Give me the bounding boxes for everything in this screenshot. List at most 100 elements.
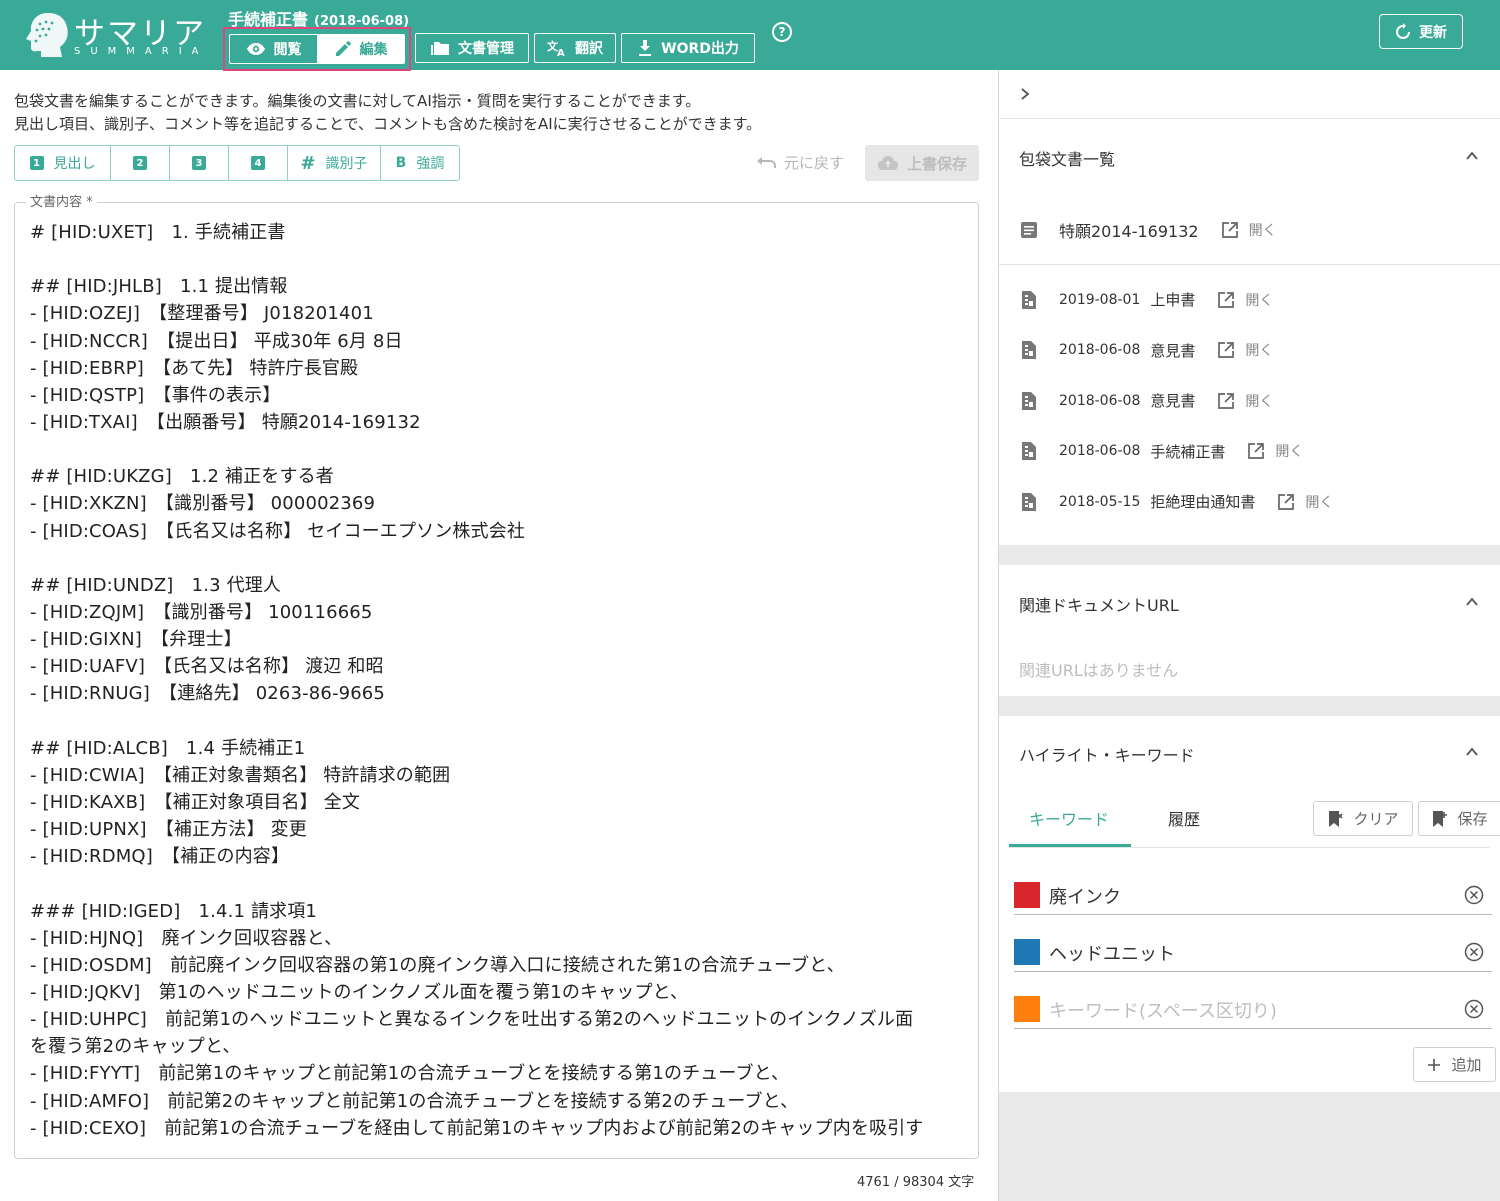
clear-circle-icon[interactable] xyxy=(1464,999,1484,1019)
tab-history[interactable]: 履歴 xyxy=(1168,806,1200,830)
open-link[interactable]: 開く xyxy=(1217,290,1273,310)
editor-line[interactable]: - [HID:HJNQ] 廃インク回収容器と、 xyxy=(30,925,965,952)
editor-content[interactable]: # [HID:UXET] 1. 手続補正書 ## [HID:JHLB] 1.1 提… xyxy=(30,219,965,1142)
editor-line[interactable]: ## [HID:UNDZ] 1.3 代理人 xyxy=(30,572,965,599)
keyword-row[interactable]: ヘッドユニット xyxy=(1014,932,1492,972)
document-list-item[interactable]: 2018-06-08 手続補正書 開く xyxy=(1019,441,1303,462)
chevron-up-icon[interactable] xyxy=(1466,746,1478,758)
heading-3-button[interactable]: 3 xyxy=(170,146,229,180)
editor-line[interactable] xyxy=(30,545,965,572)
editor-line[interactable]: - [HID:XKZN] 【識別番号】 000002369 xyxy=(30,490,965,517)
editor-line[interactable]: - [HID:UHPC] 前記第1のヘッドユニットと異なるインクを吐出する第2の… xyxy=(30,1006,965,1033)
open-link[interactable]: 開く xyxy=(1217,340,1273,360)
save-keywords-button[interactable]: 保存 xyxy=(1418,801,1500,836)
word-export-button[interactable]: WORD出力 xyxy=(621,33,755,63)
update-button[interactable]: 更新 xyxy=(1379,14,1463,49)
undo-button[interactable]: 元に戻す xyxy=(756,152,844,173)
editor-line[interactable]: - [HID:NCCR] 【提出日】 平成30年 6月 8日 xyxy=(30,328,965,355)
open-in-new-icon xyxy=(1248,443,1265,459)
editor-line[interactable]: - [HID:FYYT] 前記第1のキャップと前記第1の合流チューブとを接続する… xyxy=(30,1060,965,1087)
editor-line[interactable]: - [HID:KAXB] 【補正対象項目名】 全文 xyxy=(30,789,965,816)
open-link[interactable]: 開く xyxy=(1277,492,1333,512)
editor-line[interactable]: - [HID:CWIA] 【補正対象書類名】 特許請求の範囲 xyxy=(30,762,965,789)
document-date: 2018-06-08 xyxy=(1059,392,1141,409)
open-in-new-icon xyxy=(1218,342,1235,358)
heading-1-button[interactable]: 1 見出し xyxy=(15,146,111,180)
chevron-up-icon[interactable] xyxy=(1466,150,1478,162)
editor-line[interactable]: - [HID:RDMQ] 【補正の内容】 xyxy=(30,843,965,870)
editor-line[interactable]: ## [HID:JHLB] 1.1 提出情報 xyxy=(30,273,965,300)
editor-line[interactable]: # [HID:UXET] 1. 手続補正書 xyxy=(30,219,965,246)
identifier-button[interactable]: # 識別子 xyxy=(288,146,381,180)
add-keyword-button[interactable]: 追加 xyxy=(1413,1047,1496,1082)
open-link[interactable]: 開く xyxy=(1217,391,1273,411)
clear-circle-icon[interactable] xyxy=(1464,885,1484,905)
document-file-icon xyxy=(1022,391,1036,410)
keyword-color-swatch[interactable] xyxy=(1014,882,1040,908)
editor-line[interactable]: を覆う第2のキャップと、 xyxy=(30,1033,965,1060)
no-url-message: 関連URLはありません xyxy=(1019,661,1179,680)
clear-keywords-button[interactable]: クリア xyxy=(1313,801,1413,836)
editor-line[interactable]: ### [HID:IGED] 1.4.1 請求項1 xyxy=(30,898,965,925)
editor-line[interactable]: - [HID:COAS] 【氏名又は名称】 セイコーエプソン株式会社 xyxy=(30,518,965,545)
bold-button[interactable]: B 強調 xyxy=(381,146,459,180)
editor-line[interactable] xyxy=(30,870,965,897)
document-list-item[interactable]: 2018-06-08 意見書 開く xyxy=(1019,340,1273,361)
view-mode-button[interactable]: 閲覧 xyxy=(230,35,317,63)
keyword-color-swatch[interactable] xyxy=(1014,996,1040,1022)
edit-mode-label: 編集 xyxy=(359,42,388,58)
clear-circle-icon[interactable] xyxy=(1464,942,1484,962)
overwrite-save-button[interactable]: 上書保存 xyxy=(865,145,979,181)
editor-line[interactable]: - [HID:UAFV] 【氏名又は名称】 渡辺 和昭 xyxy=(30,653,965,680)
chevron-right-icon[interactable] xyxy=(1019,88,1031,100)
keyword-color-swatch[interactable] xyxy=(1014,939,1040,965)
add-label: 追加 xyxy=(1451,1056,1482,1074)
editor-line[interactable]: - [HID:ZQJM] 【識別番号】 100116665 xyxy=(30,599,965,626)
heading-4-button[interactable]: 4 xyxy=(229,146,288,180)
open-label: 開く xyxy=(1245,393,1274,410)
view-mode-label: 閲覧 xyxy=(273,42,302,58)
editor-line[interactable]: ## [HID:ALCB] 1.4 手続補正1 xyxy=(30,735,965,762)
panel-collapse-bar[interactable] xyxy=(999,70,1500,118)
help-icon[interactable]: ? xyxy=(772,22,792,42)
open-in-new-icon xyxy=(1218,392,1235,409)
tab-keyword[interactable]: キーワード xyxy=(1029,806,1109,830)
editor-line[interactable] xyxy=(30,246,965,273)
open-link[interactable]: 開く xyxy=(1221,220,1277,240)
active-tab-indicator xyxy=(1009,844,1131,847)
editor-line[interactable]: - [HID:GIXN] 【弁理士】 xyxy=(30,626,965,653)
keyword-input-placeholder[interactable]: キーワード(スペース区切り) xyxy=(1049,997,1277,1023)
main-document-row[interactable]: 特願2014-169132 開く xyxy=(1019,218,1277,242)
editor-label: 文書内容 * xyxy=(26,191,97,210)
editor-line[interactable]: - [HID:RNUG] 【連絡先】 0263-86-9665 xyxy=(30,680,965,707)
editor-line[interactable]: ## [HID:UKZG] 1.2 補正をする者 xyxy=(30,463,965,490)
editor-line[interactable]: - [HID:OSDM] 前記廃インク回収容器の第1の廃インク導入口に接続された… xyxy=(30,952,965,979)
editor-line[interactable]: - [HID:JQKV] 第1のヘッドユニットのインクノズル面を覆う第1のキャッ… xyxy=(30,979,965,1006)
document-management-button[interactable]: 文書管理 xyxy=(415,33,529,63)
document-list-item[interactable]: 2018-06-08 意見書 開く xyxy=(1019,390,1273,411)
chevron-up-icon[interactable] xyxy=(1466,596,1478,608)
document-management-label: 文書管理 xyxy=(458,41,514,57)
keyword-row[interactable]: 廃インク xyxy=(1014,875,1492,915)
heading-2-button[interactable]: 2 xyxy=(111,146,170,180)
keyword-input[interactable]: ヘッドユニット xyxy=(1049,940,1175,966)
editor-line[interactable] xyxy=(30,708,965,735)
editor-line[interactable]: - [HID:TXAI] 【出願番号】 特願2014-169132 xyxy=(30,409,965,436)
document-list-item[interactable]: 2019-08-01 上申書 開く xyxy=(1019,289,1273,310)
open-link[interactable]: 開く xyxy=(1247,441,1303,461)
editor-line[interactable]: - [HID:AMFO] 前記第2のキャップと前記第1の合流チューブとを接続する… xyxy=(30,1088,965,1115)
editor-line[interactable]: - [HID:CEXO] 前記第1の合流チューブを経由して前記第1のキャップ内お… xyxy=(30,1115,965,1142)
summaria-logo[interactable]: サマリア SUMMARIA xyxy=(22,8,204,64)
document-list-item[interactable]: 2018-05-15 拒絶理由通知書 開く xyxy=(1019,491,1333,512)
edit-mode-button[interactable]: 編集 xyxy=(317,35,404,63)
keyword-input[interactable]: 廃インク xyxy=(1049,883,1121,909)
editor-line[interactable]: - [HID:UPNX] 【補正方法】 変更 xyxy=(30,816,965,843)
editor-line[interactable]: - [HID:EBRP] 【あて先】 特許庁長官殿 xyxy=(30,355,965,382)
editor-line[interactable]: - [HID:OZEJ] 【整理番号】 J018201401 xyxy=(30,300,965,327)
undo-icon xyxy=(757,156,776,168)
clear-label: クリア xyxy=(1353,810,1399,828)
translate-button[interactable]: 文A 翻訳 xyxy=(534,33,616,63)
editor-line[interactable] xyxy=(30,436,965,463)
editor-line[interactable]: - [HID:QSTP] 【事件の表示】 xyxy=(30,382,965,409)
keyword-row[interactable]: キーワード(スペース区切り) xyxy=(1014,989,1492,1029)
